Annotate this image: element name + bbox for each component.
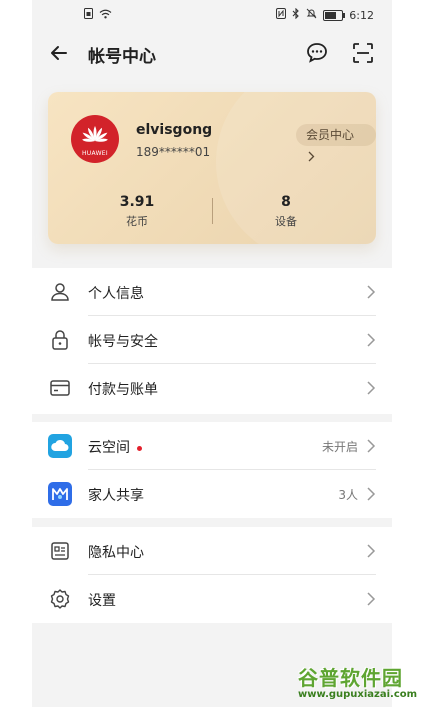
menu-label: 云空间: [88, 437, 142, 457]
cloud-label: 云空间: [88, 440, 130, 456]
chevron-right-icon: [367, 333, 376, 347]
huawei-logo: HUAWEI: [71, 115, 119, 163]
account-card[interactable]: HUAWEI elvisgong 189******01 会员中心 3.91 花…: [48, 92, 376, 244]
menu-group-account: 个人信息 帐号与安全 付款与账单: [32, 268, 392, 414]
status-time: 6:12: [349, 9, 374, 22]
chevron-right-icon: [367, 439, 376, 453]
watermark-url: www.gupuxiazai.com: [298, 689, 418, 700]
battery-icon: [323, 10, 346, 21]
gear-icon: [48, 587, 72, 611]
nfc-icon: [276, 8, 287, 23]
menu-item-privacy[interactable]: 隐私中心: [32, 527, 392, 575]
menu-group-settings: 隐私中心 设置: [32, 527, 392, 623]
sim-icon: [84, 8, 93, 23]
lock-icon: [48, 328, 72, 352]
person-icon: [48, 280, 72, 304]
bluetooth-icon: [292, 7, 300, 23]
chevron-right-icon: [367, 285, 376, 299]
menu-item-payment-billing[interactable]: 付款与账单: [32, 364, 392, 412]
message-icon[interactable]: [304, 40, 330, 66]
notification-dot: [137, 445, 142, 451]
menu-label: 个人信息: [88, 286, 144, 302]
cloud-status: 未开启: [321, 440, 358, 454]
menu-label: 付款与账单: [88, 382, 158, 398]
devices-label: 设备: [275, 215, 297, 228]
card-icon: [48, 376, 72, 400]
stat-divider: [212, 198, 213, 224]
wifi-icon: [99, 9, 112, 23]
chevron-right-icon: [367, 592, 376, 606]
menu-item-family-share[interactable]: 家人共享 3人: [32, 470, 392, 518]
page-title: 帐号中心: [88, 47, 156, 67]
menu-group-services: 云空间 未开启 家人共享 3人: [32, 422, 392, 518]
chevron-right-icon: [367, 487, 376, 501]
menu-item-cloud[interactable]: 云空间 未开启: [32, 422, 392, 470]
menu-label: 设置: [88, 593, 116, 609]
devices-value: 8: [281, 194, 291, 210]
stat-coins[interactable]: 3.91 花币: [77, 194, 197, 229]
member-center-label: 会员中心: [306, 128, 355, 142]
family-share-icon: [48, 482, 72, 506]
cloud-icon: [48, 434, 72, 458]
menu-item-account-security[interactable]: 帐号与安全: [32, 316, 392, 364]
chevron-right-icon: [367, 381, 376, 395]
coins-label: 花币: [126, 215, 148, 228]
menu-item-settings[interactable]: 设置: [32, 575, 392, 623]
back-arrow-icon[interactable]: [46, 40, 72, 66]
member-center-button[interactable]: 会员中心: [296, 124, 376, 162]
family-count: 3人: [338, 488, 358, 502]
status-bar: 6:12: [32, 0, 392, 30]
phone-number: 189******01: [136, 145, 211, 159]
privacy-icon: [48, 539, 72, 563]
logo-text: HUAWEI: [82, 150, 108, 157]
site-watermark: 谷普软件园 www.gupuxiazai.com: [298, 662, 428, 707]
watermark-title: 谷普软件园: [298, 666, 403, 690]
username: elvisgong: [136, 122, 213, 138]
menu-label: 帐号与安全: [88, 334, 158, 350]
chevron-right-icon: [367, 544, 376, 558]
mute-icon: [306, 8, 317, 23]
stat-devices[interactable]: 8 设备: [226, 194, 346, 229]
menu-label: 家人共享: [88, 488, 144, 504]
app-header: 帐号中心: [32, 30, 392, 76]
coins-value: 3.91: [119, 194, 155, 210]
phone-screen: 6:12 帐号中心 HUAWEI elvisgong 189******01 会…: [32, 0, 392, 707]
chevron-right-icon: [308, 151, 315, 162]
menu-label: 隐私中心: [88, 545, 144, 561]
menu-item-personal-info[interactable]: 个人信息: [32, 268, 392, 316]
scan-icon[interactable]: [350, 40, 376, 66]
